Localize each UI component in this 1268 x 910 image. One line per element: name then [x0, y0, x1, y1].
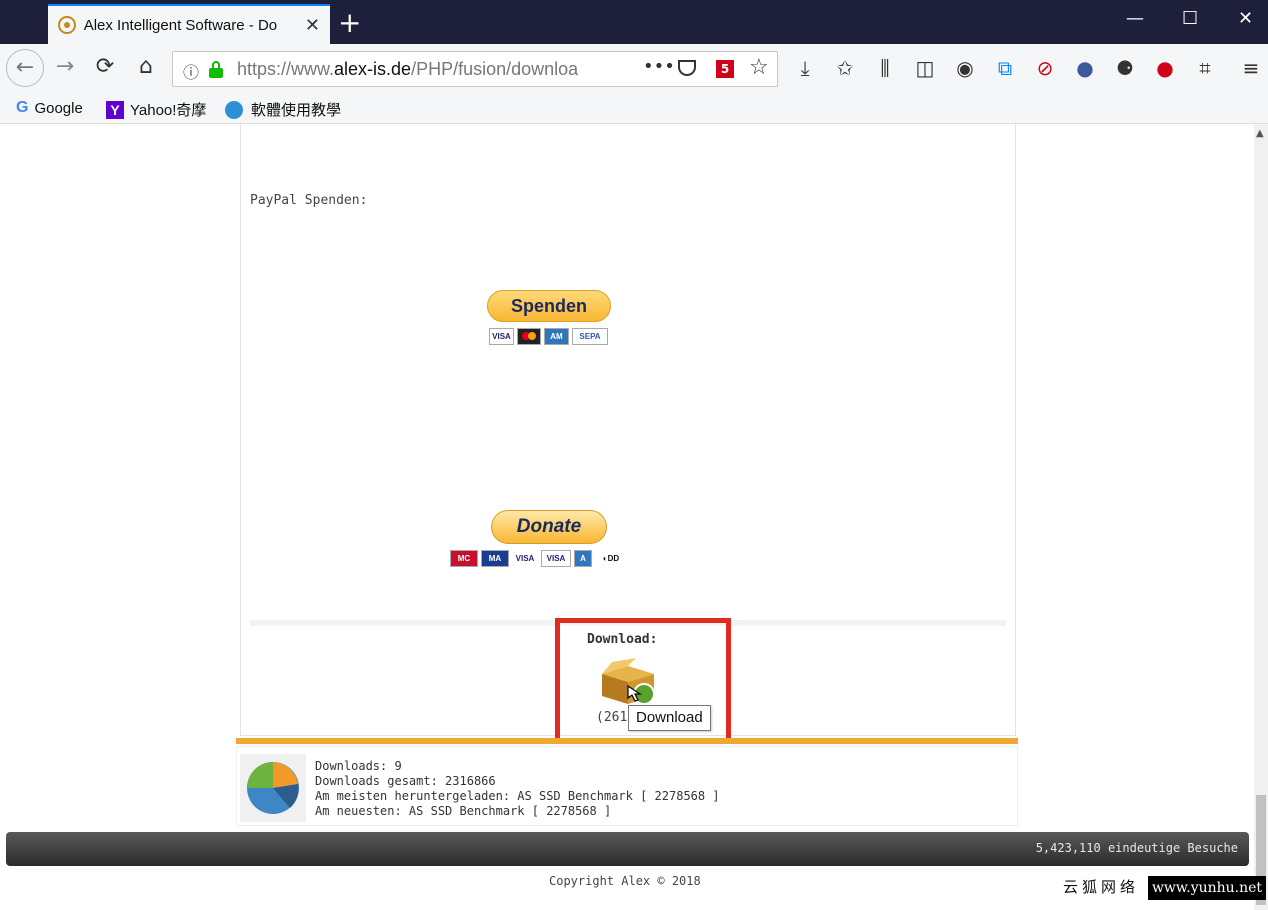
amex-card-icon: AM	[544, 328, 569, 345]
bookmark-label: Google	[34, 99, 83, 117]
tab-title: Alex Intelligent Software - Do	[83, 16, 278, 34]
bookmark-tutorial[interactable]: 軟體使用教學	[225, 99, 341, 120]
direct-debit-icon: ◐DD	[595, 550, 627, 567]
sync-icon[interactable]: ⧉	[992, 56, 1018, 80]
site-favicon-icon	[58, 16, 76, 34]
yahoo-icon: Y	[106, 100, 124, 119]
new-tab-button[interactable]: +	[338, 6, 361, 39]
donate-button[interactable]: Donate	[491, 510, 607, 544]
paypal-spenden-label: PayPal Spenden:	[250, 193, 368, 208]
spenden-button[interactable]: Spenden	[487, 290, 611, 322]
sidebar-icon[interactable]: ◫	[912, 56, 938, 80]
page-actions-icon[interactable]: •••	[643, 56, 675, 77]
mastercard-icon: MC	[450, 550, 478, 567]
addon-icon[interactable]: ⊘	[1032, 56, 1058, 80]
bookmarks-menu-icon[interactable]: ✩	[832, 56, 858, 80]
visa-card-icon: VISA	[512, 550, 538, 567]
bookmark-google[interactable]: G Google	[16, 99, 83, 117]
tab-close-icon[interactable]: ✕	[305, 15, 320, 36]
highlight-annotation-box	[555, 618, 731, 744]
stats-newest[interactable]: Am neuesten: AS SSD Benchmark [ 2278568 …	[315, 804, 720, 819]
visa-card-icon: VISA	[489, 328, 514, 345]
visits-counter: 5,423,110 eindeutige Besuche	[1035, 841, 1238, 855]
lock-icon	[209, 61, 223, 78]
menu-icon[interactable]: ≡	[1238, 56, 1264, 80]
amex-card-icon: A	[574, 550, 592, 567]
browser-tab-active[interactable]: Alex Intelligent Software - Do ✕	[48, 4, 330, 44]
bookmark-label: 軟體使用教學	[251, 102, 342, 119]
bookmark-label: Yahoo!奇摩	[130, 102, 207, 119]
copyright-text: Copyright Alex © 2018	[549, 874, 701, 888]
scroll-up-arrow-icon[interactable]: ▲	[1256, 128, 1264, 139]
title-bar: Alex Intelligent Software - Do ✕ + — ☐ ✕	[0, 0, 1268, 44]
watermark-url: www.yunhu.net	[1148, 876, 1266, 900]
google-icon: G	[16, 99, 29, 116]
back-arrow-icon[interactable]: ←	[6, 49, 44, 87]
extension-icon[interactable]: 5	[716, 60, 734, 78]
stats-downloads-total: Downloads gesamt: 2316866	[315, 774, 496, 788]
watermark-chinese: 云狐网络	[1063, 878, 1140, 896]
pocket-icon[interactable]	[678, 60, 696, 76]
library-icon[interactable]: ⫼	[872, 56, 898, 80]
info-icon[interactable]: ⓘ	[183, 59, 199, 83]
gear-icon	[225, 100, 243, 119]
mastercard-icon	[517, 328, 541, 345]
donate-cards-row: MC MA VISA VISA A ◐DD	[450, 550, 627, 567]
forward-arrow-icon[interactable]: →	[50, 54, 80, 79]
minimize-button[interactable]: —	[1126, 8, 1144, 29]
address-bar[interactable]: ⓘ https://www.alex-is.de/PHP/fusion/down…	[172, 51, 778, 87]
bookmarks-bar: G Google Y Yahoo!奇摩 軟體使用教學	[0, 94, 1268, 124]
sepa-icon: SEPA	[572, 328, 608, 345]
bookmark-star-icon[interactable]: ☆	[749, 55, 769, 80]
stats-downloads: Downloads: 9	[315, 759, 402, 773]
vertical-scrollbar[interactable]	[1254, 124, 1268, 910]
url-text[interactable]: https://www.alex-is.de/PHP/fusion/downlo…	[237, 59, 597, 80]
reload-icon[interactable]: ⟳	[90, 54, 120, 79]
stats-most-downloaded[interactable]: Am meisten heruntergeladen: AS SSD Bench…	[315, 789, 720, 804]
payment-cards-row: VISA AM SEPA	[489, 328, 608, 345]
account-icon[interactable]: ◉	[952, 56, 978, 80]
stats-chart-icon	[240, 754, 306, 822]
visa-electron-icon: VISA	[541, 550, 571, 567]
maximize-button[interactable]: ☐	[1182, 8, 1198, 29]
bookmark-yahoo[interactable]: Y Yahoo!奇摩	[106, 99, 206, 120]
maestro-icon: MA	[481, 550, 509, 567]
home-icon[interactable]: ⌂	[131, 54, 161, 79]
addon-blue-icon[interactable]: ●	[1072, 56, 1098, 80]
download-stats-text: Downloads: 9 Downloads gesamt: 2316866 A…	[315, 759, 720, 819]
crop-icon[interactable]: ⌗	[1192, 56, 1218, 80]
close-window-button[interactable]: ✕	[1238, 8, 1253, 29]
downloads-icon[interactable]: ⤓	[792, 56, 818, 80]
addon-badge-icon[interactable]: ●	[1152, 56, 1178, 80]
addon-dots-icon[interactable]: ⚈	[1112, 56, 1138, 80]
navigation-toolbar: ← → ⟳ ⌂ ⓘ https://www.alex-is.de/PHP/fus…	[0, 44, 1268, 94]
orange-divider	[236, 738, 1018, 744]
